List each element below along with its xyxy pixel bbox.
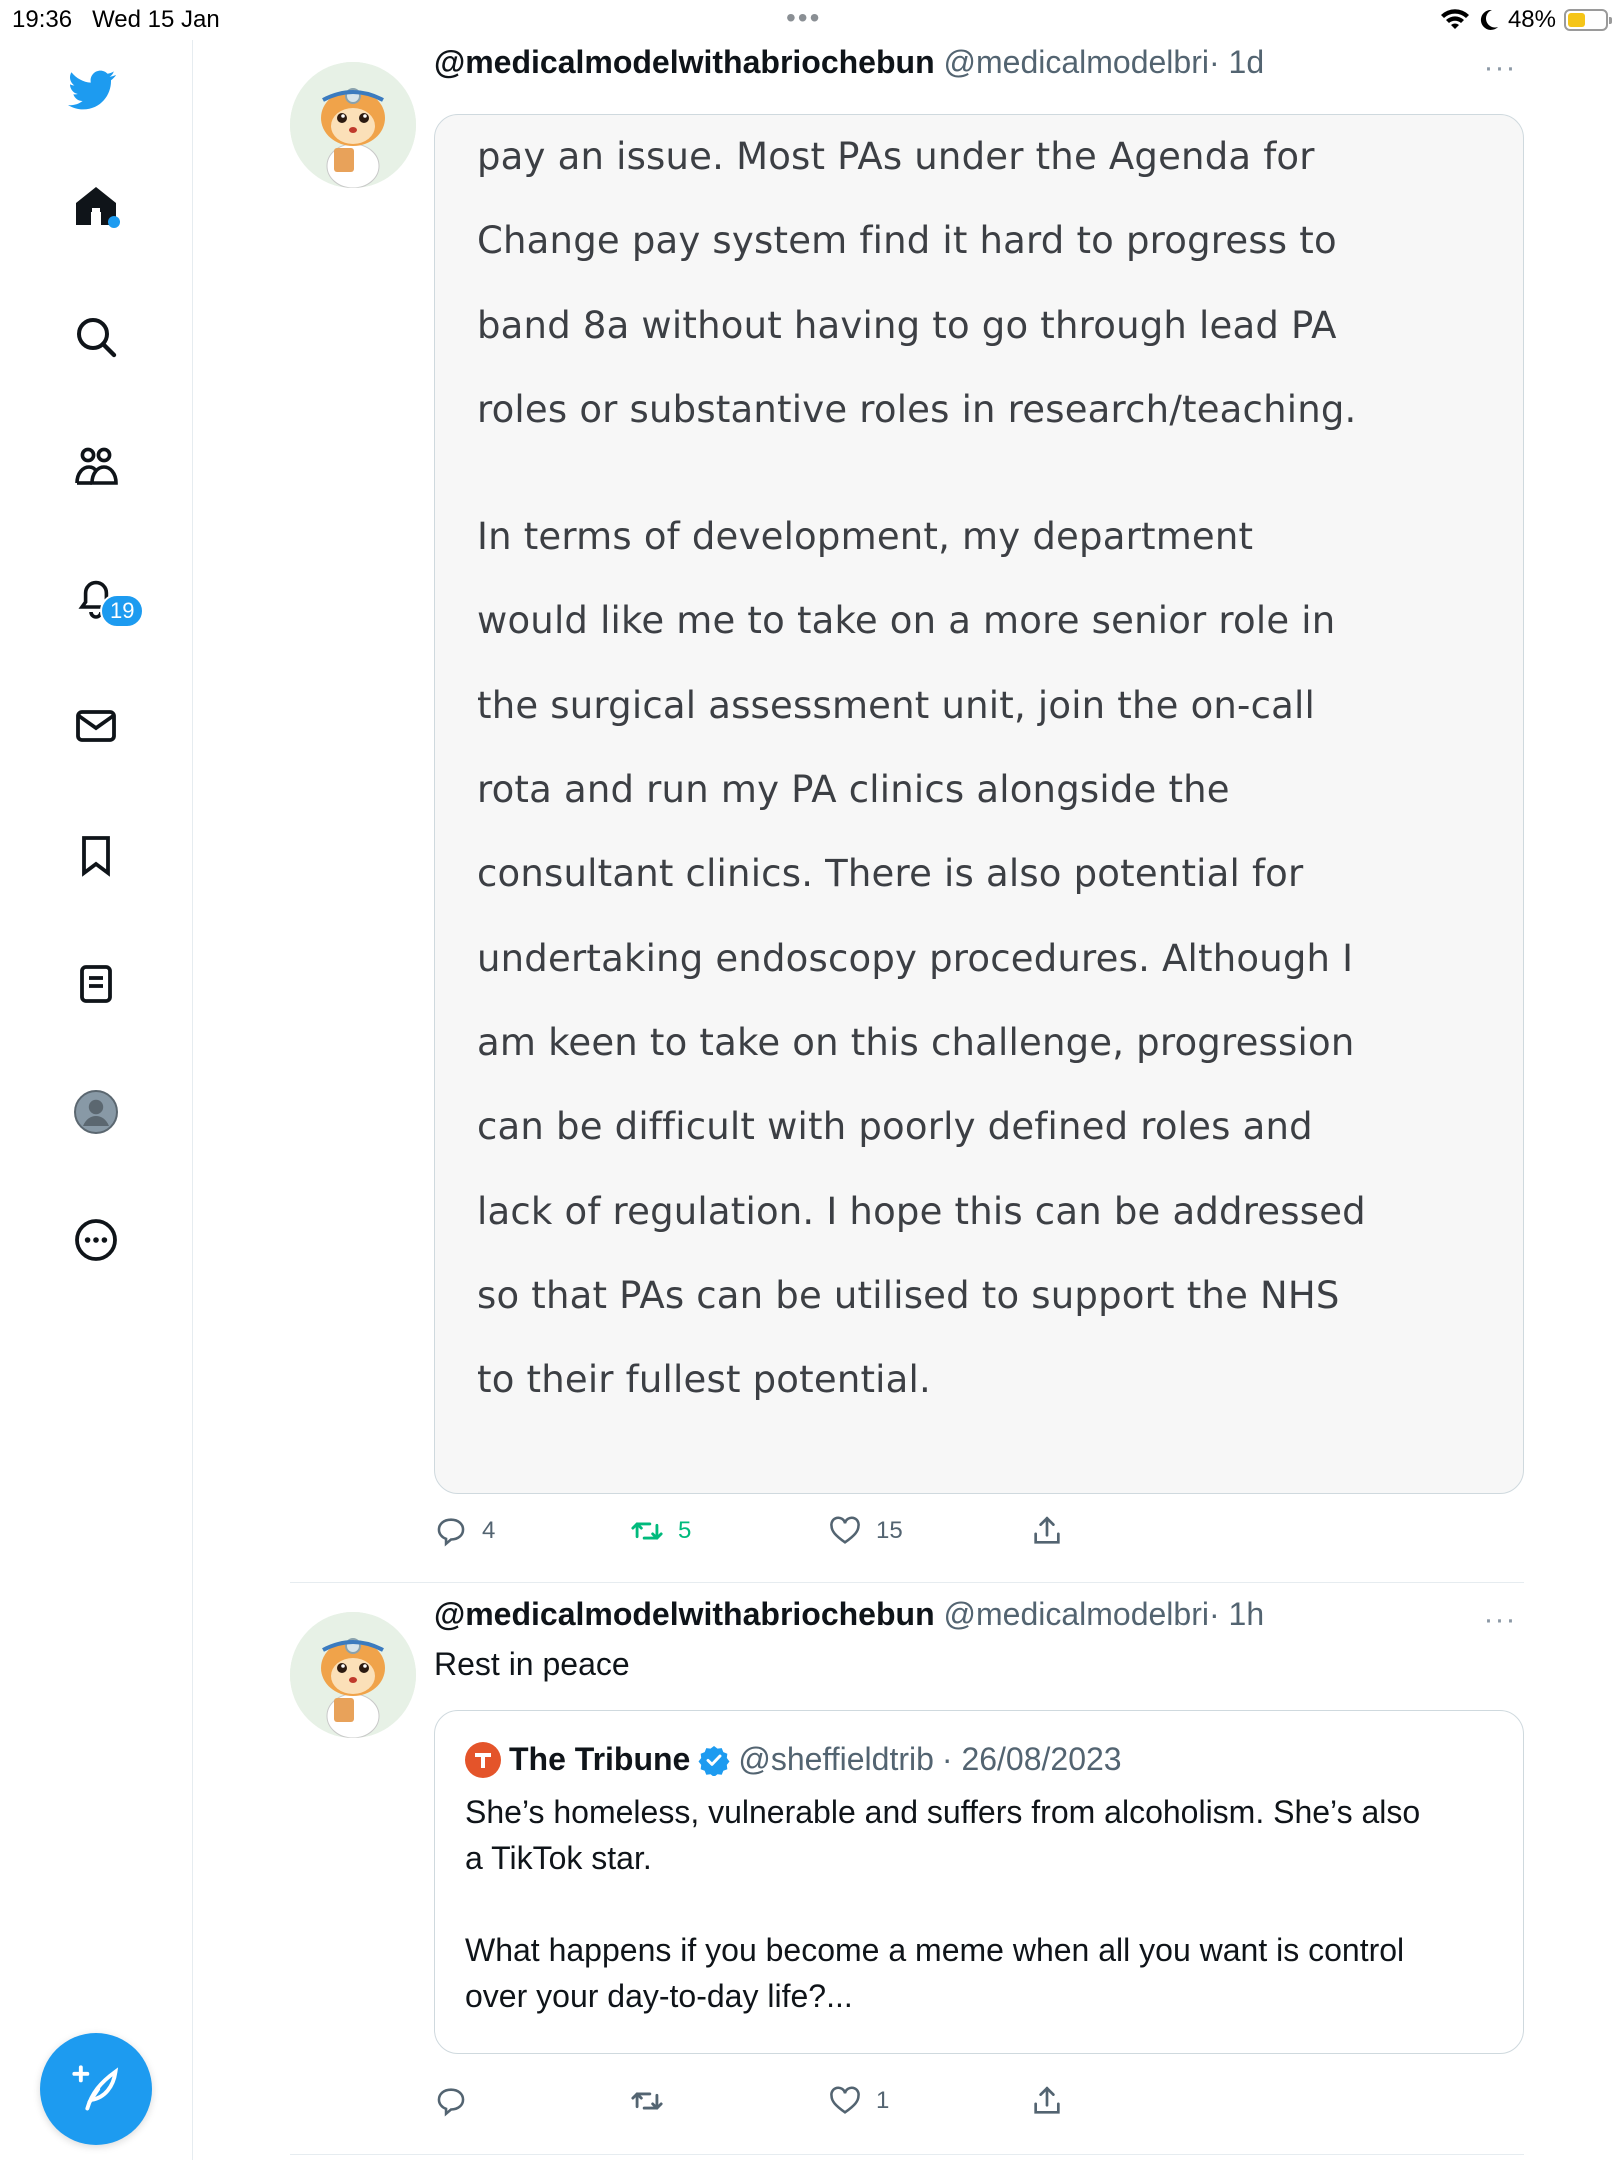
like-button[interactable]: 1 <box>828 2084 889 2118</box>
image-text-line: Change pay system find it hard to progre… <box>477 219 1337 263</box>
tweet-header: @medicalmodelwithabriochebun @medicalmod… <box>434 1596 1264 1633</box>
image-text-line: undertaking endoscopy procedures. Althou… <box>477 936 1354 980</box>
multitasking-dots-icon[interactable]: ••• <box>786 4 821 32</box>
timestamp[interactable]: · 1h <box>1209 1596 1264 1632</box>
tweet-actions: 4 5 15 <box>434 1514 1134 1554</box>
image-text-line: lack of regulation. I hope this can be a… <box>477 1189 1366 1233</box>
image-text-line: the surgical assessment unit, join the o… <box>477 683 1315 727</box>
quoted-line: over your day-to-day life?... <box>465 1978 853 2014</box>
image-text-line: band 8a without having to go through lea… <box>477 303 1337 347</box>
timestamp[interactable]: · 1d <box>1209 44 1264 80</box>
reply-icon <box>437 1518 465 1547</box>
home-unread-dot <box>108 216 120 228</box>
tweet-header: @medicalmodelwithabriochebun @medicalmod… <box>434 44 1264 81</box>
status-time-date: 19:36 Wed 15 Jan <box>12 6 220 34</box>
hamster-doctor-avatar-icon <box>290 1612 416 1738</box>
image-text: pay an issue. Most PAs under the Agenda … <box>477 115 1487 1422</box>
share-icon <box>1034 1516 1060 1544</box>
share-button[interactable] <box>1030 2084 1064 2118</box>
sidebar: 19 <box>0 40 193 2160</box>
handle[interactable]: @medicalmodelbri <box>944 44 1209 80</box>
avatar[interactable] <box>290 62 416 188</box>
messages-icon[interactable] <box>68 698 124 754</box>
quoted-display-name: The Tribune <box>509 1741 691 1777</box>
tweet-image[interactable]: pay an issue. Most PAs under the Agenda … <box>434 114 1524 1494</box>
reply-button[interactable]: 4 <box>434 1514 495 1548</box>
retweet-button[interactable]: 5 <box>630 1514 691 1548</box>
avatar[interactable] <box>290 1612 416 1738</box>
compose-tweet-button[interactable] <box>40 2033 152 2145</box>
status-bar: 19:36 Wed 15 Jan ••• 48% <box>0 0 1620 40</box>
like-count: 1 <box>876 2087 890 2114</box>
notifications-badge: 19 <box>100 594 145 628</box>
image-text-line: to their fullest potential. <box>477 1358 931 1402</box>
tweet-divider <box>290 2154 1524 2155</box>
tweet[interactable]: @medicalmodelwithabriochebun @medicalmod… <box>290 40 1524 1580</box>
quoted-tweet-text: She’s homeless, vulnerable and suffers f… <box>465 1789 1495 2019</box>
retweet-count: 5 <box>678 1517 692 1544</box>
more-icon[interactable] <box>68 1212 124 1268</box>
handle[interactable]: @medicalmodelbri <box>944 1596 1209 1632</box>
quoted-line: What happens if you become a meme when a… <box>465 1932 1405 1968</box>
image-text-line: In terms of development, my department <box>477 515 1254 559</box>
tweet-actions: 1 <box>434 2084 1134 2124</box>
image-text-line: consultant clinics. There is also potent… <box>477 852 1304 896</box>
quoted-line: a TikTok star. <box>465 1840 652 1876</box>
share-icon <box>1034 2086 1060 2114</box>
quoted-tweet[interactable]: The Tribune @sheffieldtrib · 26/08/2023 S… <box>434 1710 1524 2054</box>
like-button[interactable]: 15 <box>828 1514 903 1548</box>
image-text-line: rota and run my PA clinics alongside the <box>477 768 1230 812</box>
more-options-icon[interactable]: ··· <box>1476 1605 1524 1640</box>
tribune-logo-icon <box>465 1741 501 1778</box>
status-date: Wed 15 Jan <box>92 6 220 33</box>
share-button[interactable] <box>1030 1514 1064 1548</box>
retweet-icon <box>631 2092 663 2110</box>
reply-button[interactable] <box>434 2084 482 2118</box>
status-indicators: 48% <box>1440 4 1612 36</box>
compose-feather-icon <box>72 2065 119 2111</box>
image-text-line: so that PAs can be utilised to support t… <box>477 1273 1340 1317</box>
bookmarks-icon[interactable] <box>68 827 124 883</box>
tweet-divider <box>290 1582 1524 1583</box>
image-text-line: pay an issue. Most PAs under the Agenda … <box>477 135 1315 178</box>
twitter-logo-icon[interactable] <box>64 62 120 118</box>
quoted-tweet-header: The Tribune @sheffieldtrib · 26/08/2023 <box>465 1741 1122 1778</box>
heart-icon <box>830 2086 860 2114</box>
quoted-handle: @sheffieldtrib <box>738 1741 934 1777</box>
image-text-line: can be difficult with poorly defined rol… <box>477 1105 1313 1149</box>
reply-count: 4 <box>482 1517 496 1544</box>
communities-icon[interactable] <box>68 439 124 495</box>
search-icon[interactable] <box>68 309 124 365</box>
display-name[interactable]: @medicalmodelwithabriochebun <box>434 44 935 80</box>
lists-icon[interactable] <box>68 956 124 1012</box>
status-time: 19:36 <box>12 6 73 33</box>
tweet-text: Rest in peace <box>434 1646 630 1682</box>
reply-icon <box>437 2088 465 2117</box>
quoted-line: She’s homeless, vulnerable and suffers f… <box>465 1794 1421 1830</box>
wifi-icon <box>1440 9 1469 29</box>
quoted-date: · 26/08/2023 <box>941 1741 1122 1777</box>
retweet-button[interactable] <box>630 2084 678 2118</box>
hamster-doctor-avatar-icon <box>290 62 416 188</box>
display-name[interactable]: @medicalmodelwithabriochebun <box>434 1596 935 1632</box>
battery-percent: 48% <box>1507 6 1556 33</box>
verified-badge-icon <box>698 1745 730 1776</box>
heart-icon <box>830 1516 860 1544</box>
profile-icon[interactable] <box>68 1084 124 1140</box>
retweet-icon <box>631 1522 663 1540</box>
like-count: 15 <box>876 1517 903 1544</box>
moon-icon <box>1480 9 1498 30</box>
image-text-line: would like me to take on a more senior r… <box>477 599 1336 643</box>
image-text-line: am keen to take on this challenge, progr… <box>477 1020 1355 1064</box>
battery-icon <box>1564 9 1612 31</box>
image-text-line: roles or substantive roles in research/t… <box>477 387 1357 431</box>
tweet[interactable]: @medicalmodelwithabriochebun @medicalmod… <box>290 1590 1524 2160</box>
more-options-icon[interactable]: ··· <box>1476 53 1524 88</box>
